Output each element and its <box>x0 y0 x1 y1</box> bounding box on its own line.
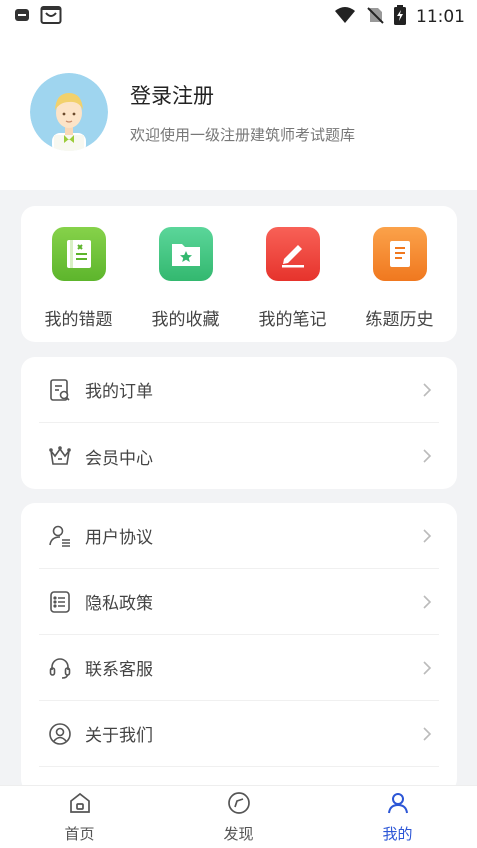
history-book-icon <box>372 227 427 281</box>
quick-action-label: 练题历史 <box>365 310 434 330</box>
battery-charging-icon <box>394 4 406 30</box>
clock-time: 11:01 <box>416 7 465 27</box>
chevron-right-icon <box>419 726 435 742</box>
bottom-tab-bar: 首页 发现 我的 <box>0 785 477 848</box>
wifi-icon <box>334 6 356 29</box>
menu-group-info: 用户协议 隐私政策 联系客服 关于我们 <box>21 503 457 793</box>
profile-header[interactable]: 登录注册 欢迎使用一级注册建筑师考试题库 <box>0 34 477 190</box>
compass-icon <box>226 790 252 820</box>
menu-item-label: 关于我们 <box>85 726 153 746</box>
home-icon <box>67 790 93 820</box>
chevron-right-icon <box>419 448 435 464</box>
tab-home[interactable]: 首页 <box>20 790 140 844</box>
menu-item-privacy-policy[interactable]: 隐私政策 <box>39 569 439 635</box>
tab-label: 我的 <box>382 825 413 843</box>
menu-item-label: 用户协议 <box>85 528 153 548</box>
menu-group-orders: 我的订单 会员中心 <box>21 357 457 489</box>
login-register-link[interactable]: 登录注册 <box>130 80 355 110</box>
quick-actions-card: 我的错题 我的收藏 我的笔记 练题历史 <box>21 206 457 342</box>
menu-item-contact-support[interactable]: 联系客服 <box>39 635 439 701</box>
menu-item-label: 隐私政策 <box>85 594 153 614</box>
menu-item-orders[interactable]: 我的订单 <box>39 357 439 423</box>
tab-label: 首页 <box>64 825 95 843</box>
user-profile-icon <box>385 790 411 820</box>
menu-item-about-us[interactable]: 关于我们 <box>39 701 439 767</box>
quick-action-notes[interactable]: 我的笔记 <box>243 206 343 342</box>
crown-icon <box>47 443 73 469</box>
chevron-right-icon <box>419 382 435 398</box>
quick-action-label: 我的收藏 <box>151 310 220 330</box>
notification-app-icon <box>14 7 30 27</box>
menu-item-label: 我的订单 <box>85 382 153 402</box>
tab-label: 发现 <box>223 825 254 843</box>
shopping-bag-icon <box>40 5 62 29</box>
quick-action-label: 我的错题 <box>44 310 113 330</box>
privacy-policy-icon <box>47 589 73 615</box>
chevron-right-icon <box>419 528 435 544</box>
quick-action-wrong-questions[interactable]: 我的错题 <box>29 206 129 342</box>
order-icon <box>47 377 73 403</box>
quick-action-favorites[interactable]: 我的收藏 <box>136 206 236 342</box>
user-agreement-icon <box>47 523 73 549</box>
menu-item-label: 联系客服 <box>85 660 153 680</box>
quick-action-label: 我的笔记 <box>258 310 327 330</box>
status-bar: 11:01 <box>0 0 477 34</box>
quick-action-history[interactable]: 练题历史 <box>350 206 450 342</box>
chevron-right-icon <box>419 660 435 676</box>
menu-item-membership[interactable]: 会员中心 <box>39 423 439 489</box>
avatar[interactable] <box>30 73 108 151</box>
no-sim-icon <box>366 6 384 29</box>
welcome-subtitle: 欢迎使用一级注册建筑师考试题库 <box>130 125 356 144</box>
about-us-icon <box>47 721 73 747</box>
tab-mine[interactable]: 我的 <box>338 790 458 844</box>
tab-discover[interactable]: 发现 <box>179 790 299 844</box>
menu-item-label: 会员中心 <box>85 448 153 469</box>
headset-icon <box>47 655 73 681</box>
notes-pen-icon <box>265 227 320 281</box>
favorites-folder-icon <box>158 227 213 281</box>
menu-item-user-agreement[interactable]: 用户协议 <box>39 503 439 569</box>
wrong-questions-icon <box>51 227 106 281</box>
chevron-right-icon <box>419 594 435 610</box>
